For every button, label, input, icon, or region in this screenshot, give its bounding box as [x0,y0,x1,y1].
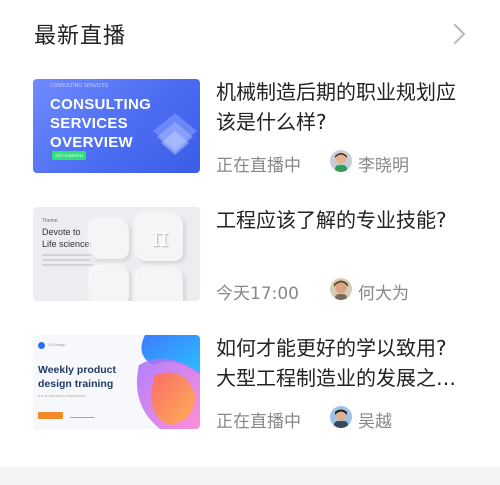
thumb-key-decor [91,267,129,301]
avatar[interactable] [330,406,352,428]
thumb-heading-line: OVERVIEW [50,134,133,151]
thumb-cta-button [38,412,63,419]
live-list-item[interactable]: CONSULTING SERVICES CONSULTING SERVICES … [0,68,500,196]
thumb-sub-text: It's an amazing experience [38,393,86,398]
gradient-art-icon [136,335,200,429]
bottom-divider [0,467,500,485]
thumb-logo-text: UI Design [48,342,66,347]
avatar[interactable] [330,278,352,300]
brand-logo-icon [38,342,45,349]
live-thumbnail[interactable]: UI Design Weekly product design training… [33,335,200,429]
chevron-right-icon[interactable] [447,21,471,47]
thumb-heading-line: SERVICES [50,115,128,132]
live-title[interactable]: 如何才能更好的学以致用? 大型工程制造业的发展之… [216,333,466,393]
thumb-key: π [137,215,183,261]
author-name: 吴越 [358,412,392,432]
live-list-item[interactable]: Theme Devote to Life sciences π 工程应该了解的专… [0,196,500,324]
thumb-link [70,413,94,418]
author-name: 何大为 [358,284,409,304]
thumb-key-decor [137,269,183,301]
avatar-photo-icon [330,406,352,428]
live-title-line: 该是什么样? [216,110,327,134]
thumb-heading-line: CONSULTING [50,96,152,113]
live-status: 今天17:00 [216,284,299,304]
author-name: 李晓明 [358,156,409,176]
live-title-line: 工程应该了解的专业技能? [216,208,447,232]
live-title-line: 大型工程制造业的发展之… [216,366,456,390]
thumb-key-decor [91,221,129,259]
live-title[interactable]: 工程应该了解的专业技能? [216,205,466,235]
thumb-cta-button: GET STARTED [52,151,86,160]
live-thumbnail[interactable]: Theme Devote to Life sciences π [33,207,200,301]
live-title-line: 机械制造后期的职业规划应 [216,80,456,104]
thumb-heading-line: Life sciences [42,239,95,249]
live-title-line: 如何才能更好的学以致用? [216,336,447,360]
thumb-small-label: Theme [42,218,58,224]
live-status: 正在直播中 [216,156,301,176]
section-header: 最新直播 [0,0,500,68]
thumb-heading-line: design training [38,378,114,390]
avatar[interactable] [330,150,352,172]
thumb-top-text: CONSULTING SERVICES [50,83,109,89]
live-list-item[interactable]: UI Design Weekly product design training… [0,324,500,452]
live-status: 正在直播中 [216,412,301,432]
section-title: 最新直播 [34,24,127,49]
live-title[interactable]: 机械制造后期的职业规划应 该是什么样? [216,77,466,137]
thumb-text-lines [42,254,98,269]
live-thumbnail[interactable]: CONSULTING SERVICES CONSULTING SERVICES … [33,79,200,173]
cube-art-icon [153,113,197,155]
avatar-photo-icon [330,150,352,172]
pi-symbol: π [151,223,169,253]
thumb-heading-line: Devote to [42,227,81,237]
thumb-heading-line: Weekly product [38,364,116,376]
avatar-photo-icon [330,278,352,300]
